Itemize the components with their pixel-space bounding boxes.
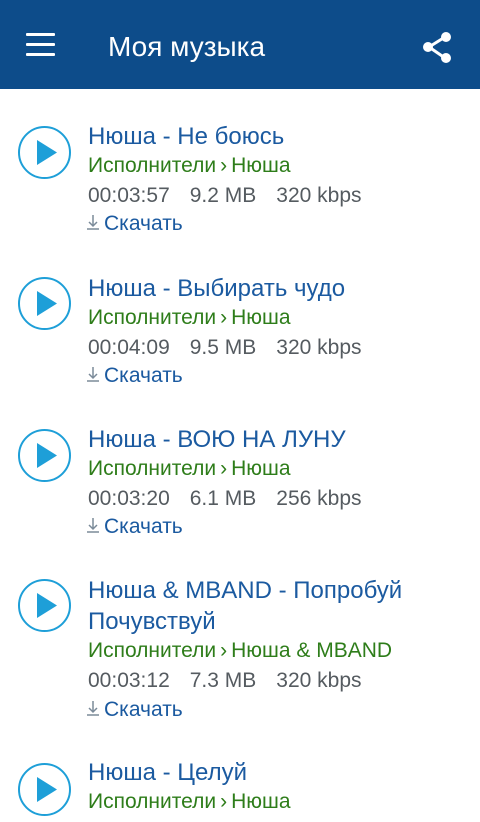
path-separator: › — [220, 790, 228, 813]
path-separator: › — [220, 306, 228, 329]
track-title[interactable]: Нюша - Выбирать чудо — [88, 273, 468, 304]
path-root: Исполнители — [88, 457, 217, 480]
path-root: Исполнители — [88, 639, 217, 662]
download-icon — [87, 701, 99, 716]
path-separator: › — [220, 457, 228, 480]
download-icon — [87, 518, 99, 533]
path-separator: › — [220, 639, 228, 662]
path-leaf: Нюша — [231, 790, 291, 813]
track-meta: 00:03:57 9.2 MB 320 kbps — [88, 182, 382, 210]
page-title: Моя музыка — [108, 31, 266, 62]
track-title[interactable]: Нюша - Целуй — [88, 757, 468, 788]
track-title[interactable]: Нюша - Не боюсь — [88, 121, 468, 152]
track-title[interactable]: Нюша - ВОЮ НА ЛУНУ — [88, 424, 468, 455]
track-size: 6.1 MB — [189, 487, 257, 510]
download-label: Скачать — [104, 212, 183, 235]
track-meta: 00:03:20 6.1 MB 256 kbps — [88, 485, 382, 513]
download-icon — [87, 367, 99, 382]
download-link[interactable]: Скачать — [86, 696, 183, 724]
track-path[interactable]: Исполнители › Нюша & MBAND — [88, 637, 392, 665]
path-leaf: Нюша — [231, 154, 291, 177]
track-bitrate: 256 kbps — [276, 487, 362, 510]
track-duration: 00:04:09 — [88, 336, 170, 359]
track-duration: 00:03:12 — [88, 669, 170, 692]
play-button[interactable] — [17, 428, 72, 483]
track-size: 9.2 MB — [189, 184, 257, 207]
path-leaf: Нюша — [231, 457, 291, 480]
download-label: Скачать — [104, 698, 183, 721]
path-root: Исполнители — [88, 154, 217, 177]
download-link[interactable]: Скачать — [86, 210, 183, 238]
track-bitrate: 320 kbps — [276, 336, 362, 359]
app-bar: Моя музыка — [0, 0, 480, 89]
download-label: Скачать — [104, 515, 183, 538]
download-icon — [87, 215, 99, 230]
share-icon[interactable] — [421, 31, 455, 65]
track-size: 9.5 MB — [189, 336, 257, 359]
track-path[interactable]: Исполнители › Нюша — [88, 455, 291, 483]
path-root: Исполнители — [88, 306, 217, 329]
download-link[interactable]: Скачать — [86, 362, 183, 390]
track-meta: 00:04:09 9.5 MB 320 kbps — [88, 334, 382, 362]
play-button[interactable] — [17, 276, 72, 331]
track-bitrate: 320 kbps — [276, 184, 362, 207]
track-path[interactable]: Исполнители › Нюша — [88, 304, 291, 332]
download-link[interactable]: Скачать — [86, 513, 183, 541]
track-duration: 00:03:20 — [88, 487, 170, 510]
play-button[interactable] — [17, 578, 72, 633]
path-leaf: Нюша — [231, 306, 291, 329]
play-button[interactable] — [17, 762, 72, 817]
track-path[interactable]: Исполнители › Нюша — [88, 788, 291, 816]
track-bitrate: 320 kbps — [276, 669, 362, 692]
play-button[interactable] — [17, 125, 72, 180]
track-duration: 00:03:57 — [88, 184, 170, 207]
track-title[interactable]: Нюша & MBAND - Попробуй Почувствуй — [88, 575, 433, 637]
path-root: Исполнители — [88, 790, 217, 813]
download-label: Скачать — [104, 364, 183, 387]
track-meta: 00:03:12 7.3 MB 320 kbps — [88, 667, 382, 695]
path-separator: › — [220, 154, 228, 177]
path-leaf: Нюша & MBAND — [231, 639, 393, 662]
track-size: 7.3 MB — [189, 669, 257, 692]
hamburger-menu-icon[interactable] — [24, 33, 58, 59]
track-path[interactable]: Исполнители › Нюша — [88, 152, 291, 180]
